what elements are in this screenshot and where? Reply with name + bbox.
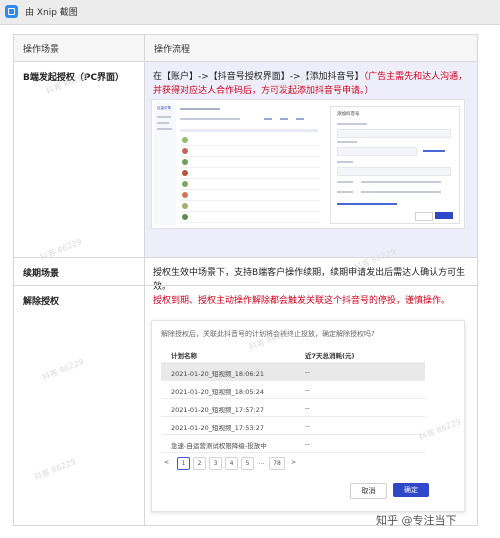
scene-cell: 续期场景 [14, 258, 145, 286]
plan-row[interactable]: 2021-01-20_短视频_18:06:21 -- [161, 363, 425, 381]
scene-cell: B端发起授权（PC界面） [14, 62, 145, 258]
header-cell-flow: 操作流程 [145, 35, 477, 61]
page-button-4[interactable]: 4 [225, 457, 238, 470]
scene-label: B端发起授权（PC界面） [23, 73, 125, 83]
plan-row[interactable]: 2021-01-20_短视频_17:53:27 -- [161, 417, 425, 435]
page-button-2[interactable]: 2 [193, 457, 206, 470]
table-row: 解除授权 授权到期、授权主动操作解除都会触发关联这个抖音号的停投，谨慎操作。 解… [14, 285, 477, 526]
table-header-row: 操作场景 操作流程 [14, 35, 477, 61]
flow-path-text: 在【账户】->【抖音号授权界面】->【添加抖音号】 [153, 72, 364, 82]
header-flow-label: 操作流程 [154, 45, 191, 55]
flow-cell: 授权到期、授权主动操作解除都会触发关联这个抖音号的停投，谨慎操作。 解除授权后，… [145, 286, 477, 526]
process-table: 操作场景 操作流程 B端发起授权（PC界面） 在【账户】->【抖音号授权界面】-… [13, 34, 478, 526]
revoke-confirm-dialog: 解除授权后，关联此抖音号的计划将会被终止投放，确定解除授权吗? 计划名称 近7天… [151, 320, 465, 512]
table-row: B端发起授权（PC界面） 在【账户】->【抖音号授权界面】->【添加抖音号】（广… [14, 61, 477, 258]
confirm-button[interactable]: 确定 [393, 483, 429, 497]
document: 操作场景 操作流程 B端发起授权（PC界面） 在【账户】->【抖音号授权界面】-… [13, 34, 478, 538]
scene-cell: 解除授权 [14, 286, 145, 526]
page-button-1[interactable]: 1 [177, 457, 190, 470]
flow-description: 在【账户】->【抖音号授权界面】->【添加抖音号】（广告主需先和达人沟通，并获得… [153, 70, 471, 98]
plan-name: 2021-01-20_短视频_17:57:27 [171, 406, 264, 414]
window-titlebar: 由 Xnip 截图 [0, 0, 500, 25]
scene-label: 续期场景 [23, 269, 60, 279]
mini-account-page: 巨量引擎 [154, 102, 324, 225]
plan-name: 急速-自运营测试权限降级-投放中 [171, 442, 267, 450]
page-button-last[interactable]: 78 [269, 457, 285, 470]
plan-cost: -- [305, 368, 310, 376]
cancel-button[interactable]: 取消 [350, 483, 387, 499]
plan-name: 2021-01-20_短视频_18:05:24 [171, 388, 264, 396]
mini-brand-logo: 巨量引擎 [157, 106, 171, 110]
page-button-3[interactable]: 3 [209, 457, 222, 470]
column-plan-name: 计划名称 [171, 352, 197, 360]
column-7day-cost: 近7天总消耗(元) [305, 352, 355, 360]
window-title: 由 Xnip 截图 [25, 8, 78, 18]
zhihu-watermark: 知乎 @专注当下 [376, 514, 457, 527]
table-row: 续期场景 授权生效中场景下，支持B端客户操作续期，续期申请发出后需达人确认方可生… [14, 257, 477, 292]
header-scene-label: 操作场景 [23, 45, 60, 55]
dialog-question: 解除授权后，关联此抖音号的计划将会被终止投放，确定解除授权吗? [161, 330, 375, 338]
flow-cell: 授权生效中场景下，支持B端客户操作续期，续期申请发出后需达人确认方可生效。 [145, 258, 477, 292]
prev-page-button[interactable]: < [161, 457, 172, 468]
plan-cost: -- [305, 440, 310, 448]
plan-row[interactable]: 2021-01-20_短视频_18:05:24 -- [161, 381, 425, 399]
header-cell-scene: 操作场景 [14, 35, 145, 61]
plans-table-header: 计划名称 近7天总消耗(元) [161, 345, 425, 363]
plan-row[interactable]: 2021-01-20_短视频_17:57:27 -- [161, 399, 425, 417]
flow-warning-text: 授权到期、授权主动操作解除都会触发关联这个抖音号的停投，谨慎操作。 [153, 296, 451, 306]
plan-name: 2021-01-20_短视频_18:06:21 [171, 370, 264, 378]
mini-dialog-title: 添加抖音号 [337, 112, 360, 117]
embedded-screenshot-add-account: 巨量引擎 添加抖音号 [151, 99, 465, 229]
mini-add-account-dialog: 添加抖音号 [330, 106, 460, 224]
plan-cost: -- [305, 404, 310, 412]
flow-cell: 在【账户】->【抖音号授权界面】->【添加抖音号】（广告主需先和达人沟通，并获得… [145, 62, 477, 258]
scene-label: 解除授权 [23, 297, 60, 307]
next-page-button[interactable]: > [288, 457, 299, 468]
mini-sidebar: 巨量引擎 [154, 102, 176, 225]
plan-name: 2021-01-20_短视频_17:53:27 [171, 424, 264, 432]
xnip-app-icon [5, 5, 18, 18]
page-ellipsis: ... [256, 457, 267, 468]
page-button-5[interactable]: 5 [241, 457, 254, 470]
plan-cost: -- [305, 386, 310, 394]
plan-cost: -- [305, 422, 310, 430]
plan-row[interactable]: 急速-自运营测试权限降级-投放中 -- [161, 435, 425, 453]
